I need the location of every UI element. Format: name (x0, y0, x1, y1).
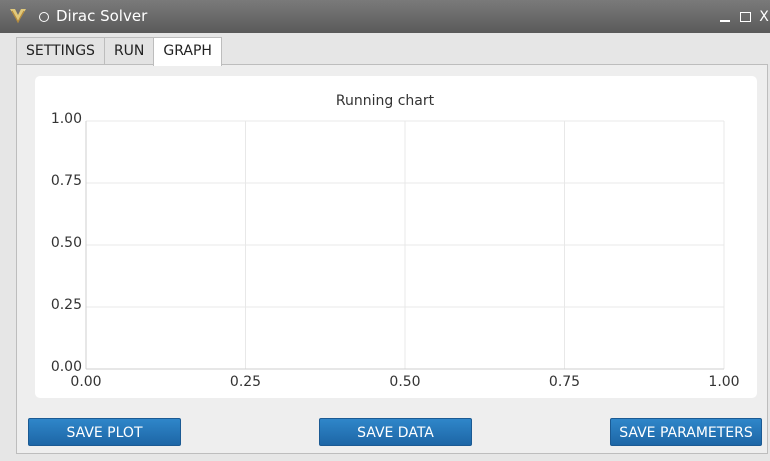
y-tick-label: 0.50 (50, 235, 82, 251)
x-tick-label: 1.00 (708, 374, 740, 390)
title-bar[interactable]: Dirac Solver X (0, 0, 770, 33)
close-icon[interactable]: X (758, 10, 770, 24)
y-tick-label: 1.00 (50, 111, 82, 127)
app-window: Dirac Solver X SETTINGS RUN GRAPH Runnin… (0, 0, 770, 461)
tab-bar: SETTINGS RUN GRAPH (16, 37, 222, 66)
chart-title: Running chart (335, 93, 435, 109)
save-plot-button[interactable]: SAVE PLOT (28, 418, 181, 446)
tab-settings[interactable]: SETTINGS (16, 37, 105, 64)
chart-card (35, 76, 757, 398)
y-tick-label: 0.25 (50, 297, 82, 313)
save-parameters-button[interactable]: SAVE PARAMETERS (610, 418, 762, 446)
x-tick-label: 0.75 (548, 374, 581, 390)
close-glyph: X (759, 9, 769, 25)
x-tick-label: 0.00 (70, 374, 102, 390)
minimize-icon[interactable] (718, 10, 732, 24)
window-title: Dirac Solver (56, 7, 148, 25)
y-tick-label: 0.00 (50, 359, 82, 375)
tab-run[interactable]: RUN (103, 37, 155, 64)
x-tick-label: 0.50 (389, 374, 421, 390)
save-data-button[interactable]: SAVE DATA (319, 418, 472, 446)
window-menu-icon[interactable] (39, 12, 49, 22)
tab-graph[interactable]: GRAPH (153, 37, 222, 66)
app-logo-icon (10, 9, 26, 24)
y-tick-label: 0.75 (50, 173, 82, 189)
x-tick-label: 0.25 (229, 374, 262, 390)
maximize-icon[interactable] (738, 10, 752, 24)
